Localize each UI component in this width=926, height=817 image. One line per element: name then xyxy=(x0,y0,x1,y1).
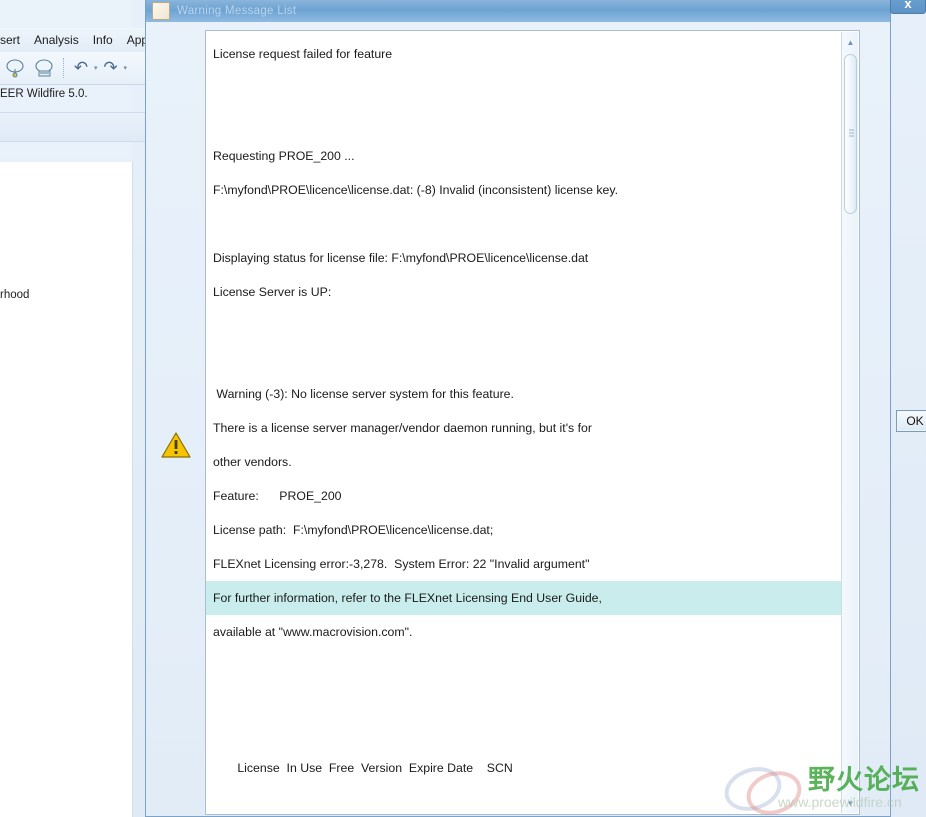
dialog-titlebar[interactable]: Warning Message List xyxy=(146,0,890,22)
warning-triangle-icon xyxy=(161,431,191,459)
license-table: License In Use Free Version Expire Date … xyxy=(210,683,843,814)
toolbar-separator xyxy=(63,58,65,78)
message-line: License path: F:\myfond\PROE\licence\lic… xyxy=(213,523,494,537)
undo-dropdown-icon[interactable]: ▾ xyxy=(94,64,98,72)
screen: sert Analysis Info App ↶ ▾ ↷ ▾ EER Wildf… xyxy=(0,0,926,817)
mass-properties-icon[interactable] xyxy=(32,55,58,81)
dialog-title: Warning Message List xyxy=(177,5,297,17)
message-line: FLEXnet Licensing error:-3,278. System E… xyxy=(213,557,590,571)
message-lines: License request failed for feature Reque… xyxy=(206,31,855,814)
warning-message-dialog: Warning Message List License request fai… xyxy=(145,0,891,817)
message-line xyxy=(210,649,843,683)
redo-dropdown-icon[interactable]: ▾ xyxy=(124,64,128,72)
toolbar: ↶ ▾ ↷ ▾ xyxy=(0,52,150,85)
message-line: F:\myfond\PROE\licence\license.dat: (-8)… xyxy=(213,183,619,197)
scrollbar-grip-icon xyxy=(849,129,854,139)
undo-icon[interactable]: ↶ xyxy=(70,55,92,81)
message-line: other vendors. xyxy=(213,455,292,469)
message-line: available at "www.macrovision.com". xyxy=(213,625,413,639)
message-line xyxy=(210,71,843,105)
secondary-toolbar-strip xyxy=(0,112,150,142)
message-line: Warning (-3): No license server system f… xyxy=(213,387,514,401)
ok-button[interactable]: OK xyxy=(896,410,926,432)
message-line: Displaying status for license file: F:\m… xyxy=(213,251,589,265)
dialog-body: License request failed for feature Reque… xyxy=(146,22,890,816)
menu-item-info[interactable]: Info xyxy=(93,33,113,47)
message-line-highlighted[interactable]: For further information, refer to the FL… xyxy=(206,581,855,615)
message-text-pane[interactable]: License request failed for feature Reque… xyxy=(205,30,860,815)
message-line: Requesting PROE_200 ... xyxy=(213,149,355,163)
message-line: License Server is UP: xyxy=(213,285,332,299)
scroll-down-arrow-icon[interactable]: ▼ xyxy=(842,795,859,811)
menu-bar: sert Analysis Info App xyxy=(0,28,150,52)
message-line xyxy=(210,309,843,343)
message-line xyxy=(210,105,843,139)
message-line xyxy=(210,207,843,241)
redo-icon[interactable]: ↷ xyxy=(100,55,122,81)
message-line: Feature: PROE_200 xyxy=(213,489,342,503)
vertical-scrollbar[interactable]: ▲ ▼ xyxy=(841,32,858,813)
status-line: EER Wildfire 5.0. xyxy=(0,88,88,100)
message-line: There is a license server manager/vendor… xyxy=(213,421,592,435)
scrollbar-thumb[interactable] xyxy=(844,54,857,214)
message-line: License request failed for feature xyxy=(213,47,393,61)
menu-item-analysis[interactable]: Analysis xyxy=(34,33,79,47)
menu-item-insert[interactable]: sert xyxy=(0,33,20,47)
document-icon xyxy=(152,2,170,20)
scroll-up-arrow-icon[interactable]: ▲ xyxy=(842,34,859,50)
model-tree-panel xyxy=(0,162,133,817)
license-table-header: License In Use Free Version Expire Date … xyxy=(210,761,513,775)
message-line xyxy=(210,343,843,377)
model-tree-item[interactable]: rhood xyxy=(0,289,29,301)
close-icon[interactable]: x xyxy=(890,0,926,14)
measure-icon[interactable] xyxy=(3,55,29,81)
